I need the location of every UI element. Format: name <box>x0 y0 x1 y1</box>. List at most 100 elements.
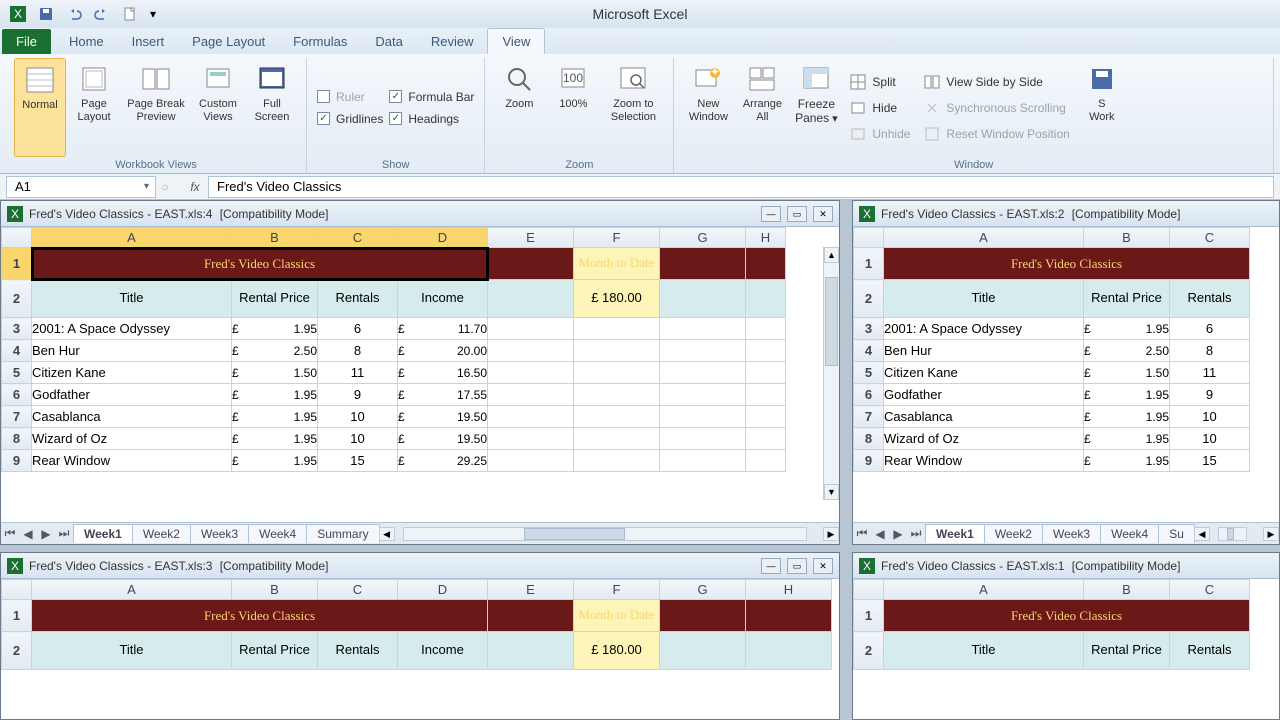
name-box[interactable]: A1 <box>6 176 156 198</box>
close-button[interactable]: ✕ <box>813 558 833 574</box>
window-title-bar[interactable]: X Fred's Video Classics - EAST.xls:3 [Co… <box>1 553 839 579</box>
tab-formulas[interactable]: Formulas <box>279 29 361 54</box>
scroll-left-arrow[interactable]: ◀ <box>1194 527 1210 541</box>
window-title-bar[interactable]: X Fred's Video Classics - EAST.xls:2 [Co… <box>853 201 1279 227</box>
group-workbook-views: Normal Page Layout Page Break Preview Cu… <box>6 58 307 173</box>
spreadsheet-grid[interactable]: ABC1Fred's Video Classics2TitleRental Pr… <box>853 227 1279 522</box>
sheet-tab[interactable]: Summary <box>306 524 379 543</box>
custom-views-button[interactable]: Custom Views <box>192 58 244 157</box>
tab-nav-prev[interactable]: ◀ <box>19 527 37 541</box>
zoom-to-selection-button[interactable]: Zoom to Selection <box>601 58 665 157</box>
formula-input[interactable]: Fred's Video Classics <box>208 176 1274 198</box>
gridlines-checkbox[interactable]: ✓Gridlines <box>317 112 383 126</box>
maximize-button[interactable]: ▭ <box>787 558 807 574</box>
qat-dropdown-icon[interactable]: ▾ <box>146 3 160 25</box>
sheet-tab[interactable]: Week1 <box>73 524 133 543</box>
tab-nav-next[interactable]: ▶ <box>37 527 55 541</box>
mdi-area: X Fred's Video Classics - EAST.xls:4 [Co… <box>0 200 1280 720</box>
scroll-thumb[interactable] <box>1227 528 1234 540</box>
zoom-button[interactable]: Zoom <box>493 58 545 157</box>
custom-views-icon <box>201 62 235 96</box>
tab-review[interactable]: Review <box>417 29 488 54</box>
scroll-thumb[interactable] <box>524 528 625 540</box>
excel-icon[interactable]: X <box>6 3 30 25</box>
close-button[interactable]: ✕ <box>813 206 833 222</box>
sheet-tab[interactable]: Week4 <box>1100 524 1159 543</box>
tab-nav-prev[interactable]: ◀ <box>871 527 889 541</box>
ribbon: Normal Page Layout Page Break Preview Cu… <box>0 54 1280 174</box>
save-workspace-button[interactable]: SWork <box>1078 58 1126 157</box>
tab-page-layout[interactable]: Page Layout <box>178 29 279 54</box>
full-screen-icon <box>255 62 289 96</box>
workbook-window-2[interactable]: X Fred's Video Classics - EAST.xls:2 [Co… <box>852 200 1280 545</box>
tab-nav-last[interactable]: ⏭ <box>907 526 925 541</box>
spreadsheet-grid[interactable]: ABCDEFGH1Fred's Video ClassicsMonth to D… <box>1 579 839 719</box>
split-button[interactable]: Split <box>846 72 914 92</box>
arrange-all-icon <box>745 62 779 96</box>
page-layout-button[interactable]: Page Layout <box>68 58 120 157</box>
formula-bar-checkbox[interactable]: ✓Formula Bar <box>389 90 474 104</box>
tab-file[interactable]: File <box>2 29 51 54</box>
zoom-100-button[interactable]: 100100% <box>547 58 599 157</box>
spreadsheet-grid[interactable]: ABC1Fred's Video Classics2TitleRental Pr… <box>853 579 1279 719</box>
maximize-button[interactable]: ▭ <box>787 206 807 222</box>
spreadsheet-grid[interactable]: ABCDEFGH1Fred's Video ClassicsMonth to D… <box>1 227 839 522</box>
sheet-tab[interactable]: Week4 <box>248 524 307 543</box>
title-bar: X ▾ Microsoft Excel <box>0 0 1280 28</box>
horizontal-scrollbar[interactable] <box>403 527 807 541</box>
sync-scroll-icon <box>924 100 940 116</box>
workbook-icon: X <box>7 558 23 574</box>
tab-data[interactable]: Data <box>361 29 416 54</box>
scroll-right-arrow[interactable]: ▶ <box>1263 527 1279 541</box>
horizontal-scrollbar[interactable] <box>1218 527 1247 541</box>
hide-button[interactable]: Hide <box>846 98 914 118</box>
normal-view-button[interactable]: Normal <box>14 58 66 157</box>
side-by-side-button[interactable]: View Side by Side <box>920 72 1073 92</box>
sheet-tab[interactable]: Week1 <box>925 524 985 543</box>
window-title: Fred's Video Classics - EAST.xls:1 [Comp… <box>881 558 1273 573</box>
group-zoom: Zoom 100100% Zoom to Selection Zoom <box>485 58 674 173</box>
minimize-button[interactable]: — <box>761 206 781 222</box>
tab-nav-last[interactable]: ⏭ <box>55 526 73 541</box>
sheet-tab[interactable]: Week2 <box>132 524 191 543</box>
workbook-window-1[interactable]: X Fred's Video Classics - EAST.xls:1 [Co… <box>852 552 1280 720</box>
arrange-all-button[interactable]: Arrange All <box>736 58 788 157</box>
scroll-thumb[interactable] <box>825 277 838 366</box>
sheet-tab[interactable]: Su <box>1158 524 1195 543</box>
new-doc-icon[interactable] <box>118 3 142 25</box>
app-title: Microsoft Excel <box>593 6 688 22</box>
workbook-window-3[interactable]: X Fred's Video Classics - EAST.xls:3 [Co… <box>0 552 840 720</box>
svg-text:X: X <box>14 7 22 21</box>
tab-nav-first[interactable]: ⏮ <box>853 526 871 541</box>
sheet-tab[interactable]: Week3 <box>190 524 249 543</box>
scroll-left-arrow[interactable]: ◀ <box>379 527 395 541</box>
vertical-scrollbar[interactable]: ▲▼ <box>823 247 839 500</box>
svg-text:X: X <box>863 559 871 573</box>
page-break-button[interactable]: Page Break Preview <box>122 58 190 157</box>
undo-icon[interactable] <box>62 3 86 25</box>
sheet-tab[interactable]: Week3 <box>1042 524 1101 543</box>
headings-checkbox[interactable]: ✓Headings <box>389 112 474 126</box>
side-by-side-icon <box>924 74 940 90</box>
cancel-icon: ○ <box>156 180 174 194</box>
full-screen-button[interactable]: Full Screen <box>246 58 298 157</box>
minimize-button[interactable]: — <box>761 558 781 574</box>
tab-view[interactable]: View <box>487 28 545 54</box>
tab-home[interactable]: Home <box>55 29 118 54</box>
tab-insert[interactable]: Insert <box>118 29 179 54</box>
save-icon[interactable] <box>34 3 58 25</box>
fx-icon[interactable]: fx <box>182 180 208 194</box>
new-window-button[interactable]: ✦New Window <box>682 58 734 157</box>
tab-nav-next[interactable]: ▶ <box>889 527 907 541</box>
sheet-tab[interactable]: Week2 <box>984 524 1043 543</box>
scroll-up-arrow[interactable]: ▲ <box>824 247 839 263</box>
window-title-bar[interactable]: X Fred's Video Classics - EAST.xls:1 [Co… <box>853 553 1279 579</box>
sheet-tabs: ⏮◀▶⏭Week1Week2Week3Week4Su◀▶ <box>853 522 1279 544</box>
workbook-window-4[interactable]: X Fred's Video Classics - EAST.xls:4 [Co… <box>0 200 840 545</box>
redo-icon[interactable] <box>90 3 114 25</box>
scroll-down-arrow[interactable]: ▼ <box>824 484 839 500</box>
freeze-panes-button[interactable]: Freeze Panes ▾ <box>790 58 842 157</box>
scroll-right-arrow[interactable]: ▶ <box>823 527 839 541</box>
tab-nav-first[interactable]: ⏮ <box>1 526 19 541</box>
window-title-bar[interactable]: X Fred's Video Classics - EAST.xls:4 [Co… <box>1 201 839 227</box>
